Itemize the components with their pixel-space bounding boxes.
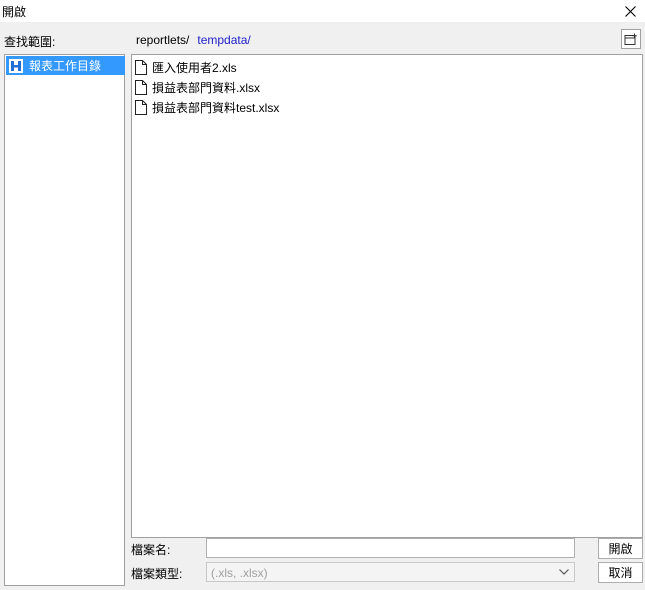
filetype-select[interactable]: (.xls, .xlsx) xyxy=(206,562,575,582)
filename-input[interactable] xyxy=(206,538,575,558)
breadcrumb: reportlets/ tempdata/ xyxy=(136,33,251,47)
look-in-label: 查找範圍: xyxy=(4,35,56,49)
new-folder-icon xyxy=(624,33,637,45)
open-button[interactable]: 開啟 xyxy=(598,538,643,559)
document-icon xyxy=(135,59,147,75)
file-item[interactable]: 匯入使用者2.xls xyxy=(135,58,237,76)
file-name: 匯入使用者2.xls xyxy=(152,60,237,75)
filetype-label: 檔案類型: xyxy=(131,567,183,581)
document-icon xyxy=(135,99,147,115)
sidebar-item-label: 報表工作目錄 xyxy=(29,59,102,73)
title-bar: 開啟 xyxy=(0,0,645,22)
file-item[interactable]: 損益表部門資料test.xlsx xyxy=(135,98,279,116)
cancel-button[interactable]: 取消 xyxy=(598,562,643,583)
sidebar-item-report-directory[interactable]: 報表工作目錄 xyxy=(6,56,125,75)
file-list: 匯入使用者2.xls 損益表部門資料.xlsx 損益表部門資料test.xlsx xyxy=(131,54,643,538)
close-button[interactable] xyxy=(615,0,645,22)
new-folder-button[interactable] xyxy=(621,29,641,49)
window-title: 開啟 xyxy=(2,5,27,19)
filename-label: 檔案名: xyxy=(131,543,171,557)
places-panel: 報表工作目錄 xyxy=(4,54,125,586)
breadcrumb-item-reportlets[interactable]: reportlets/ xyxy=(136,33,189,47)
file-item[interactable]: 損益表部門資料.xlsx xyxy=(135,78,260,96)
file-name: 損益表部門資料.xlsx xyxy=(152,80,261,95)
file-name: 損益表部門資料test.xlsx xyxy=(152,100,280,115)
filetype-value: (.xls, .xlsx) xyxy=(211,566,268,580)
chevron-down-icon xyxy=(554,563,574,581)
close-icon xyxy=(624,5,636,17)
document-icon xyxy=(135,79,147,95)
breadcrumb-item-tempdata[interactable]: tempdata/ xyxy=(197,33,250,47)
folder-app-icon xyxy=(9,58,23,73)
